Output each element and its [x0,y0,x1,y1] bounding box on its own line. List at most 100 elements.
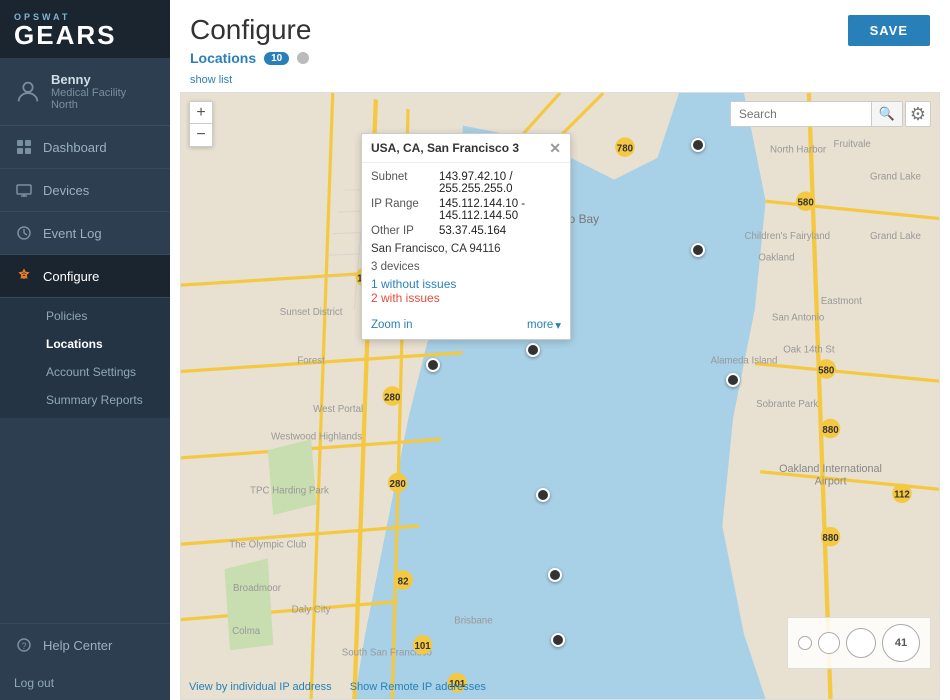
svg-text:San Antonio: San Antonio [772,312,824,323]
map-search[interactable]: 🔍 [730,101,903,127]
map-bottom-links: View by individual IP address Show Remot… [189,681,486,693]
popup-body: Subnet 143.97.42.10 / 255.255.255.0 IP R… [362,163,570,313]
sidebar-item-configure[interactable]: Configure [0,255,170,298]
map-pin-1[interactable] [691,138,705,152]
popup-iprange-row: IP Range 145.112.144.10 - 145.112.144.50 [371,198,561,222]
logout-link[interactable]: Log out [0,666,170,700]
popup-devices: 3 devices [371,261,561,273]
popup-title: USA, CA, San Francisco 3 [371,141,519,155]
svg-text:Airport: Airport [815,476,847,488]
location-popup: USA, CA, San Francisco 3 ✕ Subnet 143.97… [361,133,571,340]
svg-text:Daly City: Daly City [292,604,331,615]
top-bar: Configure SAVE [170,0,950,46]
legend-bubble-1 [798,636,812,650]
map-legend: 41 [787,617,931,669]
svg-text:Forest: Forest [297,356,325,367]
page-title: Configure [190,14,311,46]
locations-title: Locations [190,50,256,66]
save-button[interactable]: SAVE [848,15,930,46]
submenu-account-settings[interactable]: Account Settings [0,358,170,386]
map-pin-7[interactable] [726,373,740,387]
popup-subnet-row: Subnet 143.97.42.10 / 255.255.255.0 [371,171,561,195]
svg-text:780: 780 [617,143,633,154]
submenu-locations[interactable]: Locations [0,330,170,358]
svg-text:North Harbor: North Harbor [770,145,827,156]
sidebar-item-event-log[interactable]: Event Log [0,212,170,255]
show-list-link[interactable]: show list [170,74,950,92]
sidebar-item-devices[interactable]: Devices [0,169,170,212]
map-settings-icon[interactable]: ⚙ [905,101,931,127]
dashboard-label: Dashboard [43,140,107,155]
submenu-policies[interactable]: Policies [0,302,170,330]
logo-product: GEARS [14,22,116,48]
svg-text:580: 580 [798,198,814,209]
individual-ip-link[interactable]: View by individual IP address [189,681,332,693]
status-indicator [297,52,309,64]
svg-text:Sobrante Park: Sobrante Park [756,399,818,410]
svg-text:Alameda Island: Alameda Island [710,356,777,367]
popup-otherip-value: 53.37.45.164 [439,225,506,237]
svg-text:Fruitvale: Fruitvale [834,139,871,150]
submenu-summary-reports[interactable]: Summary Reports [0,386,170,414]
svg-text:580: 580 [818,365,834,376]
map-search-button[interactable]: 🔍 [871,102,902,126]
popup-iprange-value: 145.112.144.10 - 145.112.144.50 [439,198,561,222]
map-pin-10[interactable] [551,633,565,647]
svg-text:Eastmont: Eastmont [821,296,862,307]
svg-text:?: ? [22,641,27,651]
svg-text:Grand Lake: Grand Lake [870,231,921,242]
main-content: Configure SAVE Locations 10 show list [170,0,950,700]
svg-text:TPC Harding Park: TPC Harding Park [250,485,329,496]
help-icon: ? [14,635,34,655]
svg-text:280: 280 [384,392,400,403]
event-log-icon [14,223,34,243]
svg-text:Brisbane: Brisbane [454,615,492,626]
dashboard-icon [14,137,34,157]
user-icon [14,78,42,106]
popup-issues-with: 2 with issues [371,291,561,305]
remote-ip-link[interactable]: Show Remote IP addresses [350,681,486,693]
svg-text:880: 880 [822,533,838,544]
sidebar-item-dashboard[interactable]: Dashboard [0,126,170,169]
svg-text:82: 82 [398,576,409,587]
map-search-input[interactable] [731,102,871,126]
map-zoom-controls: + − [189,101,213,147]
user-name: Benny [51,72,156,87]
svg-text:101: 101 [414,641,431,652]
popup-subnet-label: Subnet [371,171,439,195]
svg-text:Colma: Colma [232,626,261,637]
svg-text:880: 880 [822,425,838,436]
user-org: Medical Facility North [51,87,156,111]
popup-issues-none: 1 without issues [371,277,561,291]
legend-bubble-2 [818,632,840,654]
map-pin-6[interactable] [426,358,440,372]
svg-text:West Portal: West Portal [313,404,363,415]
svg-text:Broadmoor: Broadmoor [233,583,282,594]
map-pin-2[interactable] [691,243,705,257]
popup-otherip-row: Other IP 53.37.45.164 [371,225,561,237]
zoom-in-button[interactable]: + [190,102,212,124]
help-label: Help Center [43,638,112,653]
svg-text:Oakland: Oakland [758,253,794,264]
devices-label: Devices [43,183,89,198]
popup-footer: Zoom in more ▾ [362,313,570,339]
svg-text:Oakland International: Oakland International [779,463,882,475]
map-pin-9[interactable] [548,568,562,582]
popup-more-link[interactable]: more ▾ [527,318,561,332]
map-pin-8[interactable] [536,488,550,502]
popup-zoom-in[interactable]: Zoom in [371,319,413,331]
legend-bubble-4: 41 [882,624,920,662]
popup-close-button[interactable]: ✕ [549,141,561,155]
map-pin-5[interactable] [526,343,540,357]
map-container: San Francisco Bay Oakland International … [180,92,940,700]
popup-subnet-value: 143.97.42.10 / 255.255.255.0 [439,171,561,195]
zoom-out-button[interactable]: − [190,124,212,146]
chevron-icon: ▾ [555,318,561,332]
sub-header: Locations 10 [170,46,950,74]
svg-text:Children's Fairyland: Children's Fairyland [744,231,830,242]
sidebar-bottom: ? Help Center Log out [0,623,170,700]
svg-text:Oak 14th St: Oak 14th St [783,345,835,356]
help-center-link[interactable]: ? Help Center [0,624,170,666]
legend-bubble-3 [846,628,876,658]
sidebar: OPSWAT GEARS Benny Medical Facility Nort… [0,0,170,700]
